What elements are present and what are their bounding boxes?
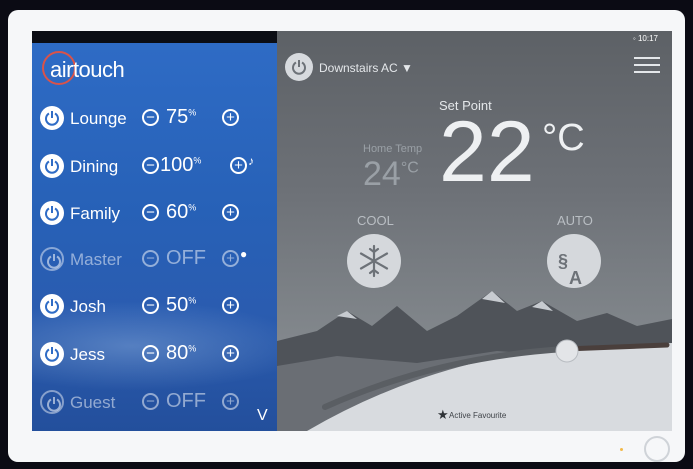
- zone-name: Family: [70, 204, 121, 223]
- power-icon: [45, 159, 59, 174]
- zone-decrease-button[interactable]: −: [142, 204, 159, 221]
- zone-row-josh[interactable]: Josh −50% +: [40, 292, 272, 322]
- star-icon[interactable]: ★: [437, 407, 449, 423]
- temperature-slider[interactable]: [277, 31, 672, 431]
- zone-name: Josh: [70, 297, 106, 316]
- zone-value-unit: %: [188, 343, 197, 354]
- zone-value: OFF: [166, 247, 206, 270]
- zone-name: Dining: [70, 157, 119, 176]
- zone-value-number: 100: [160, 154, 194, 176]
- airtouch-logo: airtouch: [42, 51, 142, 89]
- home-button[interactable]: [644, 436, 670, 462]
- zone-increase-button[interactable]: +: [222, 109, 239, 126]
- control-area: ◦ 10:17 Downstairs AC ▼ Set Point Home T…: [277, 31, 672, 431]
- power-icon: [45, 206, 59, 221]
- zone-increase-button[interactable]: +: [230, 157, 247, 174]
- zone-increase-button[interactable]: +: [222, 204, 239, 221]
- zone-row-lounge[interactable]: Lounge −75% +: [40, 104, 272, 134]
- indicator-dot: [620, 448, 623, 451]
- zone-value-number: OFF: [166, 390, 206, 412]
- zone-decrease-button[interactable]: −: [142, 297, 159, 314]
- zone-decrease-button[interactable]: −: [142, 393, 159, 410]
- zone-value-unit: %: [188, 107, 197, 118]
- zone-value-unit: %: [193, 155, 202, 166]
- zone-value-number: OFF: [166, 247, 206, 269]
- zone-power-button[interactable]: [40, 201, 64, 225]
- power-icon: [47, 397, 61, 412]
- zone-power-button[interactable]: [40, 342, 64, 366]
- power-icon: [45, 347, 59, 362]
- zone-power-button[interactable]: [40, 390, 64, 414]
- slider-handle[interactable]: [555, 339, 579, 363]
- zone-name: Master: [70, 250, 122, 269]
- zone-value: OFF: [166, 390, 206, 413]
- zone-decrease-button[interactable]: −: [142, 109, 159, 126]
- zone-increase-button[interactable]: +: [222, 250, 239, 267]
- status-strip: [32, 31, 277, 43]
- zone-decrease-button[interactable]: −: [142, 250, 159, 267]
- zone-row-jess[interactable]: Jess −80% +: [40, 340, 272, 370]
- zone-value: 75%: [166, 106, 196, 129]
- zone-name: Jess: [70, 345, 105, 364]
- zone-value-number: 50: [166, 294, 189, 316]
- zone-increase-button[interactable]: +: [222, 345, 239, 362]
- power-icon: [45, 111, 59, 126]
- zone-power-button[interactable]: [40, 106, 64, 130]
- zone-value-unit: %: [188, 295, 197, 306]
- zone-value-number: 75: [166, 106, 189, 128]
- zone-value: 60%: [166, 201, 196, 224]
- zone-panel: airtouch Lounge −75% + Dining −100% + ♪ Family −…: [32, 31, 277, 431]
- zone-name: Guest: [70, 393, 116, 412]
- power-icon: [47, 254, 61, 269]
- zone-value-number: 80: [166, 342, 189, 364]
- zone-value: 80%: [166, 342, 196, 365]
- zone-row-master[interactable]: Master − OFF + ●: [40, 245, 272, 275]
- zone-value-number: 60: [166, 201, 189, 223]
- zone-decrease-button[interactable]: −: [142, 345, 159, 362]
- zone-value: 50%: [166, 294, 196, 317]
- scroll-down-chevron-icon[interactable]: V: [257, 407, 268, 425]
- zone-extra-icon: ●: [240, 247, 248, 261]
- zone-extra-icon: ♪: [248, 154, 254, 168]
- zone-power-button[interactable]: [40, 154, 64, 178]
- logo-text: airtouch: [50, 57, 125, 82]
- zone-power-button[interactable]: [40, 247, 64, 271]
- zone-increase-button[interactable]: +: [222, 297, 239, 314]
- zone-row-dining[interactable]: Dining −100% + ♪: [40, 152, 272, 182]
- zone-row-guest[interactable]: Guest − OFF +: [40, 388, 272, 418]
- zone-name: Lounge: [70, 109, 127, 128]
- power-icon: [45, 299, 59, 314]
- active-favourite-label[interactable]: Active Favourite: [449, 411, 506, 420]
- zone-value: 100%: [160, 154, 201, 177]
- zone-power-button[interactable]: [40, 294, 64, 318]
- zone-increase-button[interactable]: +: [222, 393, 239, 410]
- zone-value-unit: %: [188, 202, 197, 213]
- zone-decrease-button[interactable]: −: [142, 157, 159, 174]
- app-screen: airtouch Lounge −75% + Dining −100% + ♪ Family −…: [32, 31, 672, 431]
- zone-row-family[interactable]: Family −60% +: [40, 199, 272, 229]
